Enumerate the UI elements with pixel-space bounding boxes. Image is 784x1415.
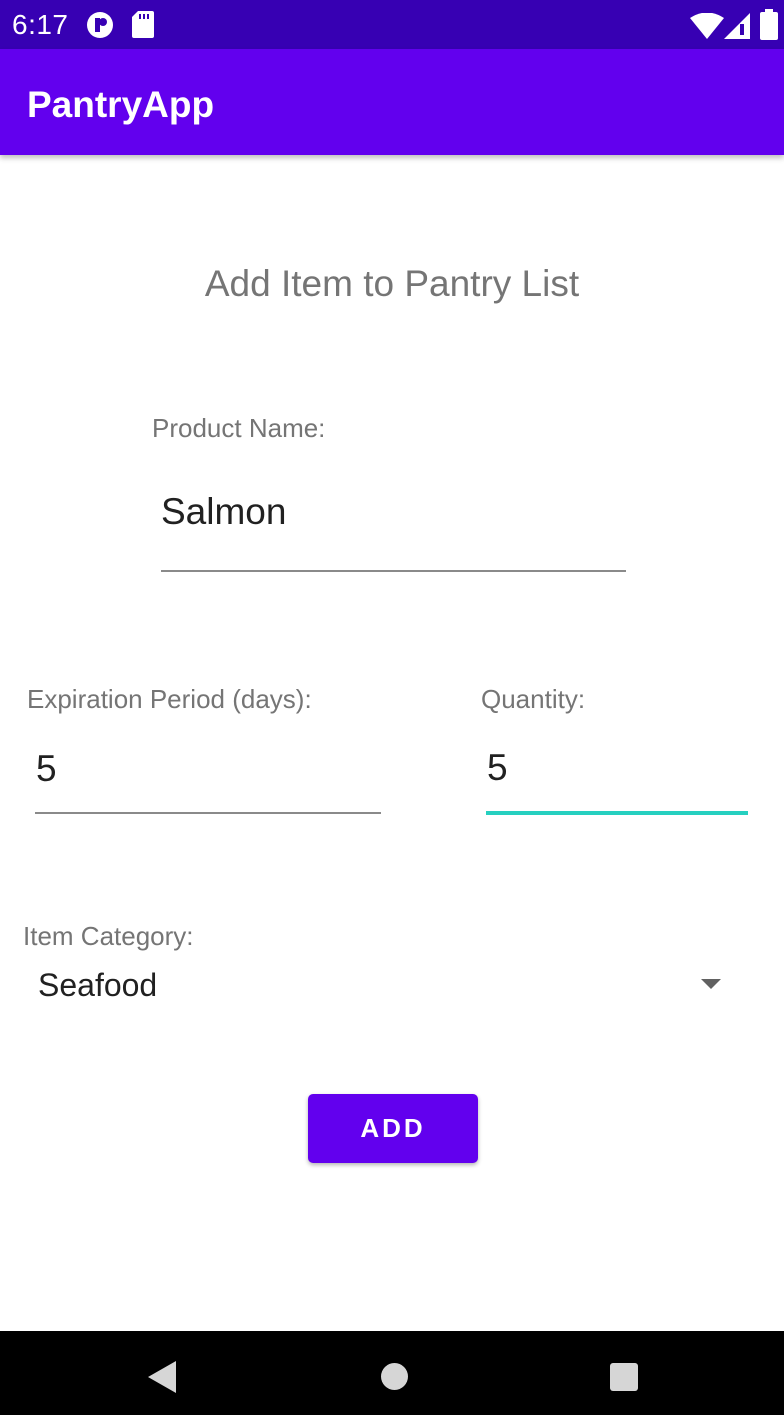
back-icon[interactable]: [148, 1361, 176, 1393]
quantity-value[interactable]: 5: [487, 746, 508, 790]
expiration-period-label: Expiration Period (days):: [27, 684, 312, 714]
battery-icon: [760, 9, 778, 40]
dropdown-arrow-icon[interactable]: [701, 979, 721, 989]
quantity-label: Quantity:: [481, 684, 586, 714]
wifi-icon: [690, 13, 724, 39]
quantity-underline-focused: [486, 811, 748, 815]
home-icon[interactable]: [381, 1363, 408, 1390]
page-title: Add Item to Pantry List: [204, 263, 580, 304]
expiration-period-underline: [35, 812, 381, 814]
app-bar: PantryApp: [0, 49, 784, 155]
app-notification-icon: [87, 12, 113, 38]
screen: 6:17 PantryApp Add Item to Pantry List P…: [0, 0, 784, 1415]
product-name-underline: [161, 570, 626, 572]
status-bar: 6:17: [0, 0, 784, 49]
product-name-label: Product Name:: [152, 413, 326, 443]
add-button[interactable]: ADD: [308, 1094, 478, 1163]
item-category-selected[interactable]: Seafood: [38, 966, 157, 1004]
app-title: PantryApp: [27, 84, 215, 125]
expiration-period-value[interactable]: 5: [36, 747, 57, 791]
status-time: 6:17: [12, 9, 69, 40]
recents-icon[interactable]: [610, 1363, 638, 1391]
item-category-label: Item Category:: [23, 921, 194, 951]
cell-signal-icon: [724, 13, 750, 39]
sd-card-icon: [132, 11, 154, 38]
product-name-value[interactable]: Salmon: [161, 490, 286, 534]
